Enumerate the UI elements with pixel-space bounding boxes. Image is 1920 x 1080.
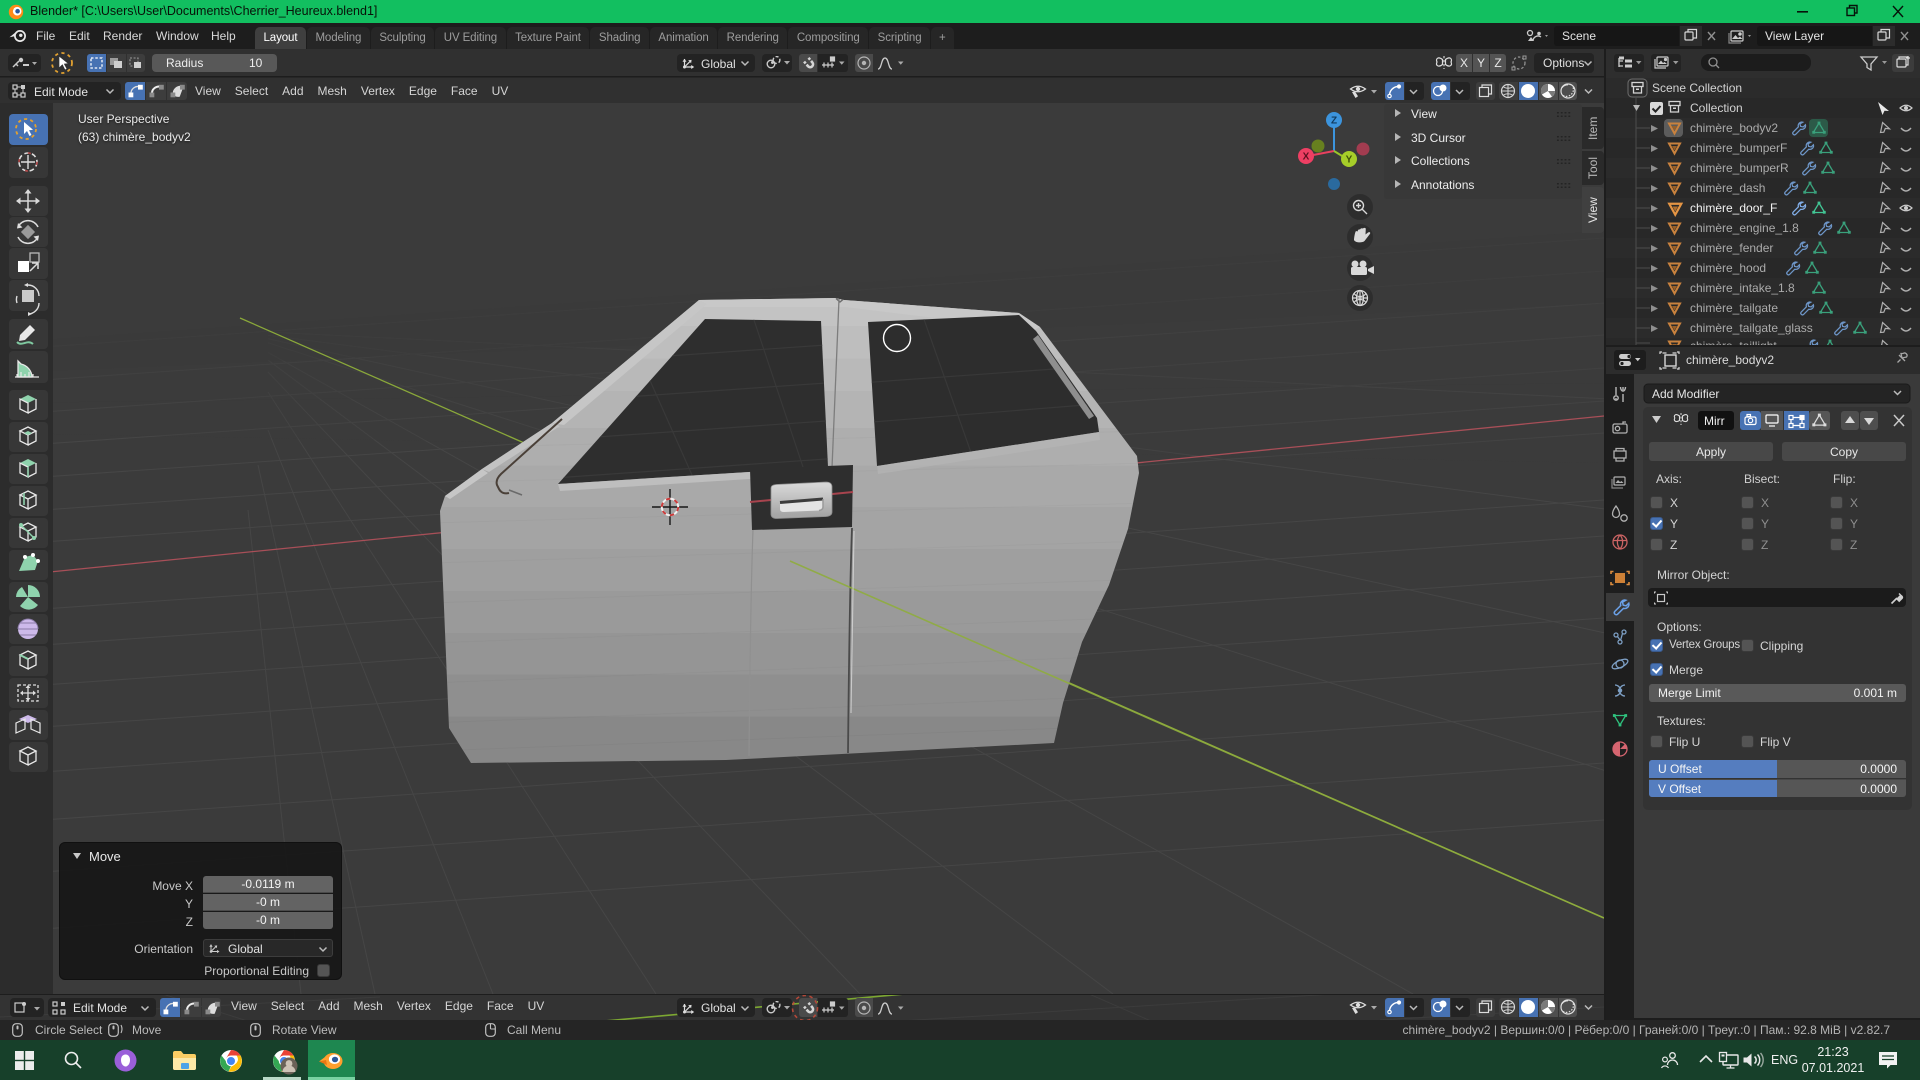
svg-text:Flip:: Flip: bbox=[1833, 472, 1856, 486]
svg-text:Add Modifier: Add Modifier bbox=[1652, 387, 1719, 401]
svg-text:Apply: Apply bbox=[1696, 445, 1726, 459]
svg-text:Y: Y bbox=[1346, 155, 1353, 166]
svg-text:Z: Z bbox=[1331, 116, 1337, 127]
svg-text:chimère_taillight: chimère_taillight bbox=[1690, 339, 1777, 345]
svg-text:chimère_intake_1.8: chimère_intake_1.8 bbox=[1690, 281, 1795, 295]
svg-text:chimère_dash: chimère_dash bbox=[1690, 181, 1765, 195]
svg-text:Scene Collection: Scene Collection bbox=[1652, 81, 1742, 95]
svg-text:Copy: Copy bbox=[1830, 445, 1858, 459]
svg-text:chimère_engine_1.8: chimère_engine_1.8 bbox=[1690, 221, 1799, 235]
svg-text:chimère_bodyv2: chimère_bodyv2 bbox=[1690, 121, 1778, 135]
svg-text:chimère_tailgate_glass: chimère_tailgate_glass bbox=[1690, 321, 1813, 335]
svg-text:chimère_bodyv2: chimère_bodyv2 bbox=[1686, 353, 1774, 367]
svg-text:chimère_bumperF: chimère_bumperF bbox=[1690, 141, 1787, 155]
svg-text:Axis:: Axis: bbox=[1656, 472, 1682, 486]
svg-text:chimère_fender: chimère_fender bbox=[1690, 241, 1773, 255]
svg-text:Bisect:: Bisect: bbox=[1744, 472, 1780, 486]
svg-text:chimère_hood: chimère_hood bbox=[1690, 261, 1766, 275]
svg-text:chimère_tailgate: chimère_tailgate bbox=[1690, 301, 1778, 315]
svg-text:Mirr: Mirr bbox=[1704, 414, 1725, 428]
svg-text:chimère_bumperR: chimère_bumperR bbox=[1690, 161, 1789, 175]
svg-text:X: X bbox=[1303, 152, 1310, 163]
svg-text:Collection: Collection bbox=[1690, 101, 1743, 115]
svg-text:chimère_door_F: chimère_door_F bbox=[1690, 201, 1777, 215]
